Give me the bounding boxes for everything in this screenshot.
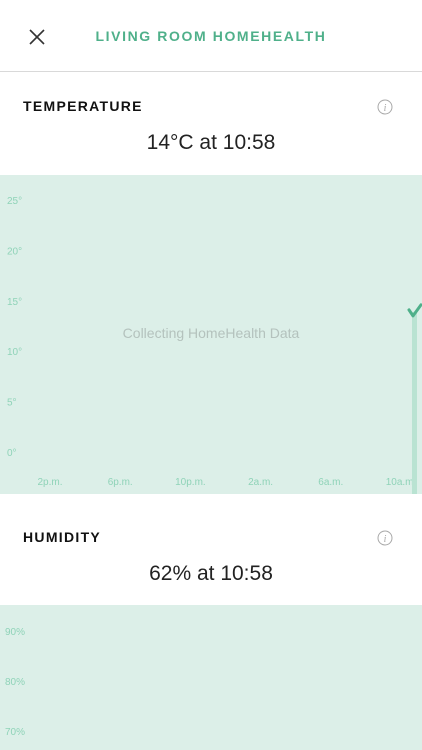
check-icon bbox=[407, 303, 422, 318]
y-tick-label: 5° bbox=[7, 398, 17, 409]
current-value-bar bbox=[412, 311, 417, 494]
x-tick-label: 6p.m. bbox=[108, 477, 133, 488]
y-tick-label: 20° bbox=[7, 246, 22, 257]
humidity-title: HUMIDITY bbox=[23, 529, 102, 545]
x-tick-label: 6a.m. bbox=[318, 477, 343, 488]
temperature-info-button[interactable]: i bbox=[377, 99, 393, 115]
page-title: LIVING ROOM HOMEHEALTH bbox=[95, 28, 327, 44]
info-icon: i bbox=[377, 99, 393, 115]
temperature-title: TEMPERATURE bbox=[23, 98, 143, 114]
humidity-chart: 90% 80% 70% bbox=[0, 605, 422, 750]
y-tick-label: 15° bbox=[7, 297, 22, 308]
info-icon: i bbox=[377, 530, 393, 546]
y-tick-label: 90% bbox=[5, 627, 25, 638]
svg-text:i: i bbox=[384, 534, 387, 545]
y-tick-label: 70% bbox=[5, 727, 25, 738]
temperature-reading: 14°C at 10:58 bbox=[146, 131, 276, 154]
svg-text:i: i bbox=[384, 103, 387, 114]
y-tick-label: 0° bbox=[7, 448, 17, 459]
humidity-info-button[interactable]: i bbox=[377, 530, 393, 546]
temperature-chart-svg: 25° 20° 15° 10° 5° 0° 2p.m. 6p.m. 10p.m. 2a.m. 6a.… bbox=[7, 196, 422, 494]
humidity-chart-svg: 90% 80% 70% bbox=[5, 627, 25, 738]
y-tick-label: 10° bbox=[7, 347, 22, 358]
empty-state-message: Collecting HomeHealth Data bbox=[123, 325, 300, 341]
y-tick-label: 80% bbox=[5, 677, 25, 688]
humidity-reading: 62% at 10:58 bbox=[149, 562, 273, 585]
x-tick-label: 2a.m. bbox=[248, 477, 273, 488]
x-tick-label: 2p.m. bbox=[37, 477, 62, 488]
x-tick-label: 10p.m. bbox=[175, 477, 206, 488]
header: LIVING ROOM HOMEHEALTH bbox=[0, 0, 422, 72]
temperature-chart: 25° 20° 15° 10° 5° 0° 2p.m. 6p.m. 10p.m. 2a.m. 6a.… bbox=[0, 175, 422, 494]
x-tick-label: 10a.m. bbox=[386, 477, 417, 488]
y-tick-label: 25° bbox=[7, 196, 22, 207]
